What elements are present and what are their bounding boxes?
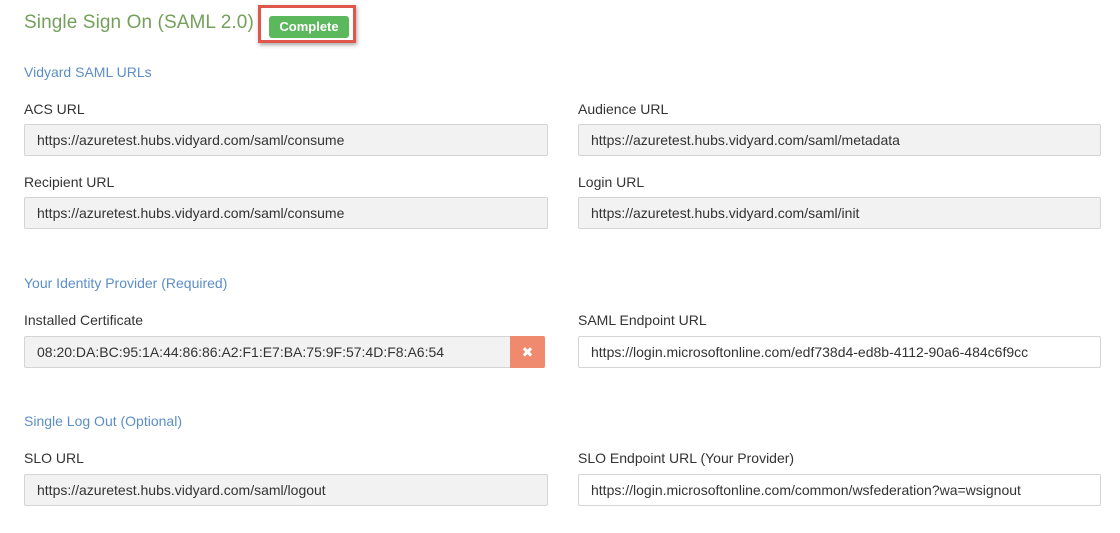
acs-url-field[interactable]: https://azuretest.hubs.vidyard.com/saml/…	[24, 124, 548, 156]
login-url-field[interactable]: https://azuretest.hubs.vidyard.com/saml/…	[578, 197, 1101, 229]
section-title-identity-provider: Your Identity Provider (Required)	[24, 275, 228, 291]
installed-certificate-label: Installed Certificate	[24, 312, 144, 328]
login-url-label: Login URL	[578, 174, 645, 190]
audience-url-label: Audience URL	[578, 101, 669, 117]
slo-url-field[interactable]: https://azuretest.hubs.vidyard.com/saml/…	[24, 474, 548, 506]
page-title: Single Sign On (SAML 2.0)	[24, 12, 254, 33]
slo-endpoint-url-input[interactable]: https://login.microsoftonline.com/common…	[578, 474, 1101, 506]
slo-endpoint-url-label: SLO Endpoint URL (Your Provider)	[578, 450, 795, 466]
section-title-single-log-out: Single Log Out (Optional)	[24, 413, 182, 429]
saml-endpoint-url-input[interactable]: https://login.microsoftonline.com/edf738…	[578, 336, 1101, 368]
close-icon: ✖	[521, 344, 534, 360]
slo-url-label: SLO URL	[24, 450, 84, 466]
recipient-url-field[interactable]: https://azuretest.hubs.vidyard.com/saml/…	[24, 197, 548, 229]
section-title-vidyard-saml: Vidyard SAML URLs	[24, 64, 152, 80]
saml-endpoint-url-label: SAML Endpoint URL	[578, 312, 707, 328]
installed-certificate-field[interactable]: 08:20:DA:BC:95:1A:44:86:86:A2:F1:E7:BA:7…	[24, 336, 511, 368]
acs-url-label: ACS URL	[24, 101, 85, 117]
audience-url-field[interactable]: https://azuretest.hubs.vidyard.com/saml/…	[578, 124, 1101, 156]
recipient-url-label: Recipient URL	[24, 174, 115, 190]
status-badge: Complete	[269, 16, 349, 38]
remove-certificate-button[interactable]: ✖	[510, 336, 545, 368]
